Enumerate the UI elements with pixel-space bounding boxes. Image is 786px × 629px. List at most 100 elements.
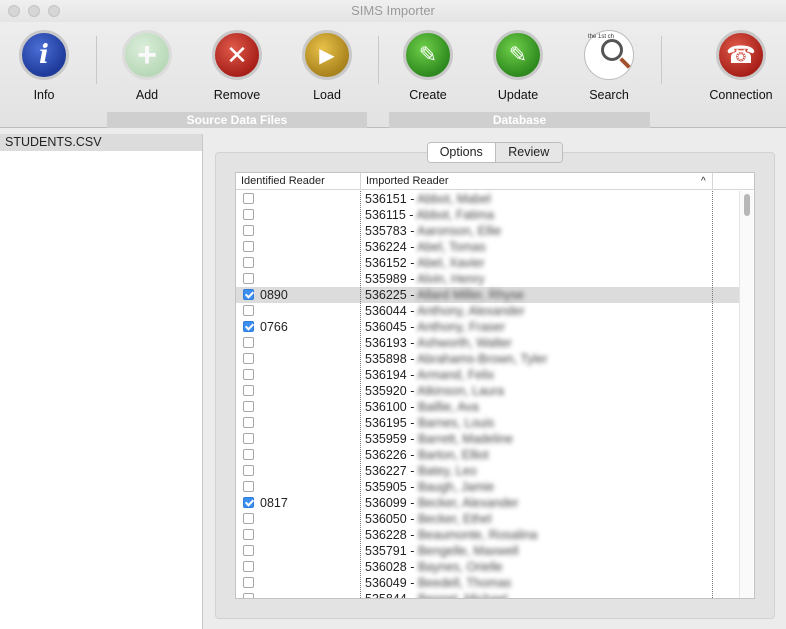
reader-name: Abbot, Mabel (417, 192, 491, 206)
identified-checkbox[interactable] (243, 481, 254, 492)
identified-checkbox[interactable] (243, 497, 254, 508)
imported-reader: 536100 - Baillie, Ava (365, 400, 479, 414)
reader-code: 536152 (365, 256, 407, 270)
info-label: Info (33, 88, 55, 102)
identified-checkbox[interactable] (243, 417, 254, 428)
close-window-button[interactable] (8, 5, 20, 17)
reader-code: 536227 (365, 464, 407, 478)
identified-checkbox[interactable] (243, 257, 254, 268)
connection-button[interactable]: ☎ Connection (701, 30, 781, 102)
identified-checkbox[interactable] (243, 353, 254, 364)
table-row[interactable]: 536226 - Barton, Elliot (236, 447, 740, 463)
create-button[interactable]: ✎ Create (388, 30, 468, 102)
update-button[interactable]: ✎ Update (478, 30, 558, 102)
table-row[interactable]: 535783 - Aaronson, Ellie (236, 223, 740, 239)
table-row[interactable]: 0817 536099 - Becker, Alexander (236, 495, 740, 511)
table-row[interactable]: 536224 - Abel, Tomas (236, 239, 740, 255)
table-row[interactable]: 535898 - Abrahams-Brown, Tyler (236, 351, 740, 367)
identified-checkbox[interactable] (243, 449, 254, 460)
table-row[interactable]: 536049 - Beedell, Thomas (236, 575, 740, 591)
file-item[interactable]: STUDENTS.CSV (0, 134, 202, 151)
identified-checkbox[interactable] (243, 321, 254, 332)
reader-code: 535905 (365, 480, 407, 494)
reader-name: Abbot, Fatima (416, 208, 495, 222)
info-button[interactable]: i Info (4, 30, 84, 102)
add-button[interactable]: + Add (107, 30, 187, 102)
imported-reader: 536045 - Anthony, Fraser (365, 320, 506, 334)
title-bar: SIMS Importer (0, 0, 786, 22)
minimize-window-button[interactable] (28, 5, 40, 17)
table-row[interactable]: 536152 - Abel, Xavier (236, 255, 740, 271)
identified-checkbox[interactable] (243, 193, 254, 204)
identified-checkbox[interactable] (243, 289, 254, 300)
tab-options[interactable]: Options (428, 143, 495, 162)
imported-reader: 536194 - Armand, Felix (365, 368, 495, 382)
identified-checkbox[interactable] (243, 225, 254, 236)
table-row[interactable]: 536044 - Anthony, Alexander (236, 303, 740, 319)
vertical-scrollbar[interactable] (739, 191, 753, 598)
table-row[interactable]: 536228 - Beaumonte, Rosalina (236, 527, 740, 543)
table-row[interactable]: 0890 536225 - Allard Miller, Rhyse (236, 287, 740, 303)
zoom-window-button[interactable] (48, 5, 60, 17)
identified-checkbox[interactable] (243, 337, 254, 348)
table-row[interactable]: 536193 - Ashworth, Walter (236, 335, 740, 351)
identified-checkbox[interactable] (243, 593, 254, 598)
toolbar: i Info + Add ✕ Remove ▶ Load ✎ Create ✎ … (0, 22, 786, 128)
imported-reader: 536227 - Batey, Leo (365, 464, 477, 478)
reader-name: Allard Miller, Rhyse (417, 288, 525, 302)
identified-checkbox[interactable] (243, 433, 254, 444)
identified-checkbox[interactable] (243, 577, 254, 588)
table-row[interactable]: 536050 - Becker, Ethel (236, 511, 740, 527)
identified-checkbox[interactable] (243, 465, 254, 476)
reader-name: Alvin, Henry (417, 272, 485, 286)
table-row[interactable]: 536151 - Abbot, Mabel (236, 191, 740, 207)
scrollbar-thumb[interactable] (744, 194, 750, 216)
identified-checkbox[interactable] (243, 385, 254, 396)
window-title: SIMS Importer (351, 3, 435, 18)
tab-review[interactable]: Review (494, 143, 562, 162)
add-label: Add (135, 88, 159, 102)
table-row[interactable]: 536115 - Abbot, Fatima (236, 207, 740, 223)
column-header-identified[interactable]: Identified Reader (241, 173, 325, 190)
reader-name: Bennet, Michael (417, 592, 508, 599)
identified-checkbox[interactable] (243, 209, 254, 220)
identified-checkbox[interactable] (243, 513, 254, 524)
load-button[interactable]: ▶ Load (287, 30, 367, 102)
table-row[interactable]: 536194 - Armand, Felix (236, 367, 740, 383)
table-row[interactable]: 0766 536045 - Anthony, Fraser (236, 319, 740, 335)
reader-code: 536115 (365, 208, 406, 222)
table-row[interactable]: 535989 - Alvin, Henry (236, 271, 740, 287)
table-row[interactable]: 536195 - Barnes, Louis (236, 415, 740, 431)
table-row[interactable]: 536100 - Baillie, Ava (236, 399, 740, 415)
reader-name: Beaumonte, Rosalina (417, 528, 538, 542)
identified-checkbox[interactable] (243, 545, 254, 556)
table-row[interactable]: 535959 - Barrett, Madeline (236, 431, 740, 447)
identified-checkbox[interactable] (243, 369, 254, 380)
table-body: 536151 - Abbot, Mabel 536115 - Abbot, Fat… (236, 191, 740, 599)
table-row[interactable]: 535920 - Atkinson, Laura (236, 383, 740, 399)
identified-checkbox[interactable] (243, 401, 254, 412)
reader-code: 535791 (365, 544, 407, 558)
table-row[interactable]: 535791 - Bengelle, Maxwell (236, 543, 740, 559)
table-row[interactable]: 536227 - Batey, Leo (236, 463, 740, 479)
identified-checkbox[interactable] (243, 561, 254, 572)
reader-code: 535989 (365, 272, 407, 286)
identified-checkbox[interactable] (243, 273, 254, 284)
reader-code: 535920 (365, 384, 407, 398)
reader-name: Bengelle, Maxwell (417, 544, 519, 558)
reader-code: 535783 (365, 224, 407, 238)
reader-code: 535844 (365, 592, 407, 599)
magnifier-icon: the 1st ch (584, 30, 634, 80)
reader-name: Barrett, Madeline (417, 432, 514, 446)
identified-checkbox[interactable] (243, 529, 254, 540)
table-row[interactable]: 536028 - Baynes, Orielle (236, 559, 740, 575)
remove-button[interactable]: ✕ Remove (197, 30, 277, 102)
identified-checkbox[interactable] (243, 241, 254, 252)
column-divider (712, 191, 713, 598)
search-button[interactable]: the 1st ch Search (569, 30, 649, 102)
identified-reader-id: 0766 (260, 320, 288, 334)
identified-checkbox[interactable] (243, 305, 254, 316)
table-row[interactable]: 535844 - Bennet, Michael (236, 591, 740, 599)
table-row[interactable]: 535905 - Baugh, Jamie (236, 479, 740, 495)
column-header-imported[interactable]: Imported Reader (366, 173, 449, 190)
